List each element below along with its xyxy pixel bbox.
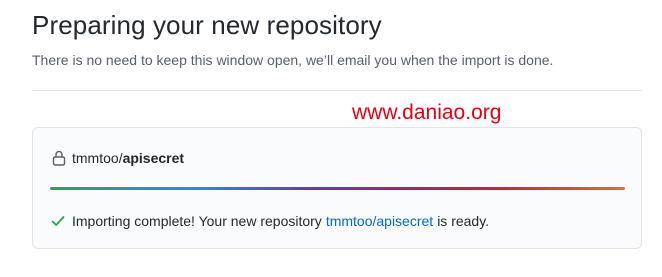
status-suffix: is ready. [437,213,490,229]
import-page: Preparing your new repository There is n… [0,0,662,277]
divider [32,90,642,91]
status-prefix: Importing complete! Your new repository [72,213,322,229]
lock-icon [52,150,66,166]
page-title: Preparing your new repository [32,10,382,40]
repo-link[interactable]: tmmtoo/apisecret [326,213,433,229]
import-status-box: tmmtoo / apisecret Importing complete! You… [32,127,642,249]
watermark-text: www.daniao.org [352,101,502,124]
repo-name: apisecret [122,150,185,166]
repo-owner: tmmtoo [72,150,119,166]
import-progress-bar [50,187,625,190]
page-subtitle: There is no need to keep this window ope… [32,52,554,68]
check-icon [51,216,65,226]
repo-title: tmmtoo / apisecret [52,150,184,166]
import-status-message: Importing complete! Your new repository … [51,213,489,229]
